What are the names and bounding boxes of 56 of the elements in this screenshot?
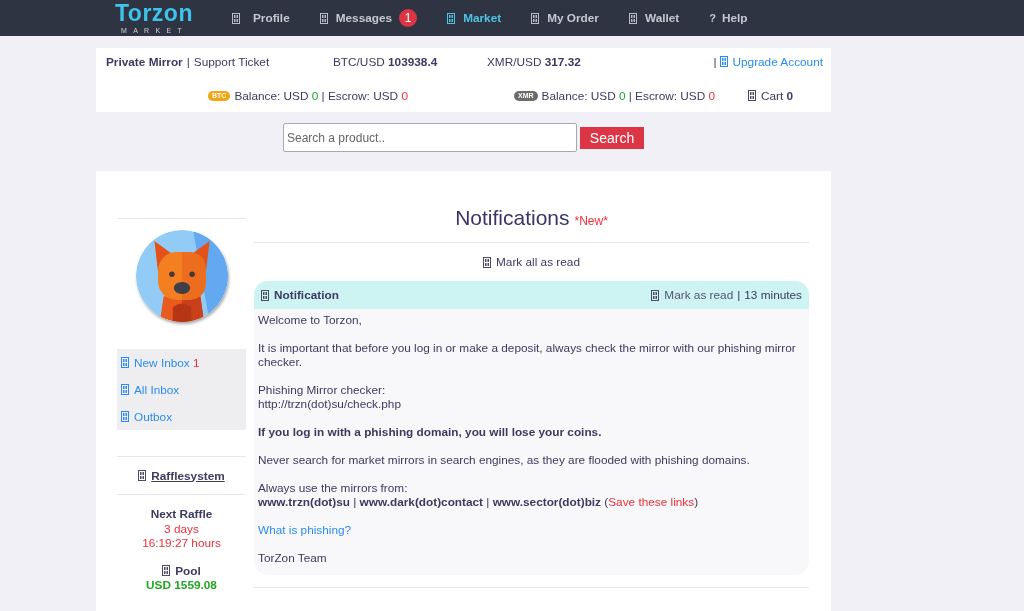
mark-all-read-link[interactable]: Mark all as read <box>483 255 580 269</box>
search-button[interactable]: Search <box>580 126 644 149</box>
missing-glyph-icon <box>651 289 660 301</box>
raffle-countdown-text: 3 days <box>163 521 200 536</box>
balance-text: Balance: USD 0 | Escrow: USD 0 <box>234 89 408 103</box>
message-text: Never search for market mirrors in search engines, as they are flooded with phishing domains. <box>258 453 751 467</box>
nav-link[interactable]: My Order <box>531 11 599 25</box>
new-tag: *New* <box>574 214 608 228</box>
missing-glyph-icon <box>483 256 492 268</box>
nav-link[interactable]: Wallet <box>628 11 680 25</box>
message-text: Welcome to Torzon, <box>258 313 363 327</box>
missing-glyph-icon <box>319 12 328 24</box>
missing-glyph-icon <box>121 357 129 368</box>
warning-text: If you log in with a phishing domain, you will lose your coins. <box>258 425 603 439</box>
mark-as-read-link[interactable]: Mark as read <box>651 288 734 302</box>
missing-glyph-icon <box>447 12 456 24</box>
missing-glyph-icon <box>121 384 129 395</box>
pool-amount: USD 1559.08 <box>145 578 218 593</box>
exchange-rate-text: BTC/USD 103938.4 <box>333 55 439 69</box>
page-title: Notifications <box>455 206 570 230</box>
cart-link[interactable]: Cart 0 <box>748 89 794 103</box>
rafflesystem-link[interactable]: Rafflesystem <box>138 468 225 483</box>
missing-glyph-icon <box>232 12 240 24</box>
upgrade-account-link[interactable]: Upgrade Account <box>720 55 823 69</box>
message-text: It is important that before you log in or make a deposit, always check the mirror with our phishing mirror checker. <box>258 341 797 369</box>
separator: | <box>737 288 741 302</box>
notification-title: Notification <box>274 288 339 302</box>
missing-glyph-icon <box>162 565 171 577</box>
message-text: Phishing Mirror checker: http://trzn(dot)su/check.php <box>258 383 402 411</box>
unread-count-badge: 1 <box>399 9 418 27</box>
separator: | <box>186 55 190 69</box>
question-mark-icon: ? <box>709 12 716 24</box>
nav-link[interactable]: Messages 1 <box>319 9 418 27</box>
inbox-menu-item[interactable]: New Inbox 1 <box>117 349 246 376</box>
support-ticket-link[interactable]: Support Ticket <box>193 55 270 69</box>
nav-link[interactable]: Profile <box>232 11 290 25</box>
missing-glyph-icon <box>121 411 129 422</box>
missing-glyph-icon <box>261 289 269 301</box>
exchange-rate-text: XMR/USD 317.32 <box>487 55 582 69</box>
nav-link[interactable]: Market <box>447 11 502 25</box>
missing-glyph-icon <box>748 90 756 101</box>
notification-time: 13 minutes <box>744 288 802 302</box>
missing-glyph-icon <box>138 470 147 481</box>
raffle-countdown-text: 16:19:27 hours <box>141 536 222 551</box>
search-field[interactable]: Search a product.. <box>283 123 577 152</box>
separator: | <box>713 55 717 69</box>
missing-glyph-icon <box>628 12 637 24</box>
missing-glyph-icon <box>720 56 729 67</box>
nav-link[interactable]: ? Help <box>709 11 748 25</box>
message-text: TorZon Team <box>258 551 328 565</box>
pool-label: Pool <box>175 563 201 578</box>
next-raffle-label: Next Raffle <box>149 507 214 522</box>
balance-text: Balance: USD 0 | Escrow: USD 0 <box>541 89 716 103</box>
missing-glyph-icon <box>531 12 540 24</box>
mirror-list-text: Always use the mirrors from: www.trzn(dot)su | www.dark(dot)contact | www.sector(dot)biz (Save these links) <box>258 481 700 509</box>
private-mirror-link[interactable]: Private Mirror <box>106 55 183 69</box>
